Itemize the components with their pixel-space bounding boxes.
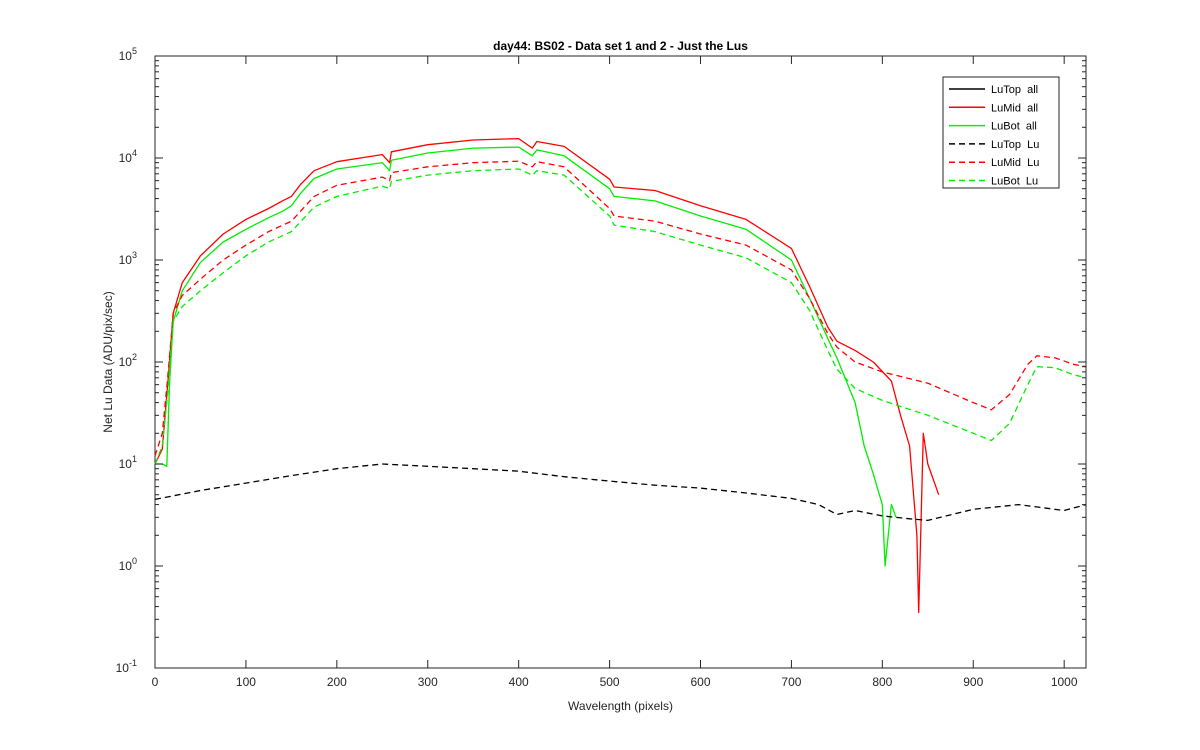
x-tick-label-5: 500 [600, 675, 620, 689]
x-axis-label: Wavelength (pixels) [568, 699, 673, 713]
y-tick-label-1: 100 [119, 556, 137, 573]
y-tick-label-2: 101 [119, 454, 137, 471]
x-tick-label-2: 200 [327, 675, 347, 689]
legend-label-3: LuTop Lu [991, 139, 1039, 151]
x-tick-label-1: 100 [236, 675, 256, 689]
x-tick-label-0: 0 [152, 675, 159, 689]
x-tick-label-4: 400 [509, 675, 529, 689]
y-tick-label-6: 105 [119, 46, 137, 63]
legend-label-2: LuBot all [991, 121, 1037, 133]
chart-title: day44: BS02 - Data set 1 and 2 - Just th… [493, 39, 748, 53]
x-tick-label-8: 800 [872, 675, 892, 689]
x-tick-label-9: 900 [963, 675, 983, 689]
x-tick-label-3: 300 [418, 675, 438, 689]
legend-label-1: LuMid all [991, 102, 1038, 114]
x-tick-label-7: 700 [781, 675, 801, 689]
x-tick-label-6: 600 [690, 675, 710, 689]
line-chart: day44: BS02 - Data set 1 and 2 - Just th… [101, 39, 1087, 713]
y-tick-label-4: 103 [119, 250, 137, 267]
y-axis-label: Net Lu Data (ADU/pix/sec) [101, 291, 115, 432]
y-tick-label-0: 10-1 [116, 658, 137, 675]
legend-label-0: LuTop all [991, 84, 1038, 96]
y-tick-label-3: 102 [119, 352, 137, 369]
legend-label-5: LuBot Lu [991, 176, 1038, 188]
y-tick-label-5: 104 [119, 148, 137, 165]
legend-label-4: LuMid Lu [991, 157, 1039, 169]
x-tick-label-10: 1000 [1051, 675, 1078, 689]
legend: LuTop all LuMid all LuBot all LuTop Lu LuMid… [942, 76, 1060, 189]
